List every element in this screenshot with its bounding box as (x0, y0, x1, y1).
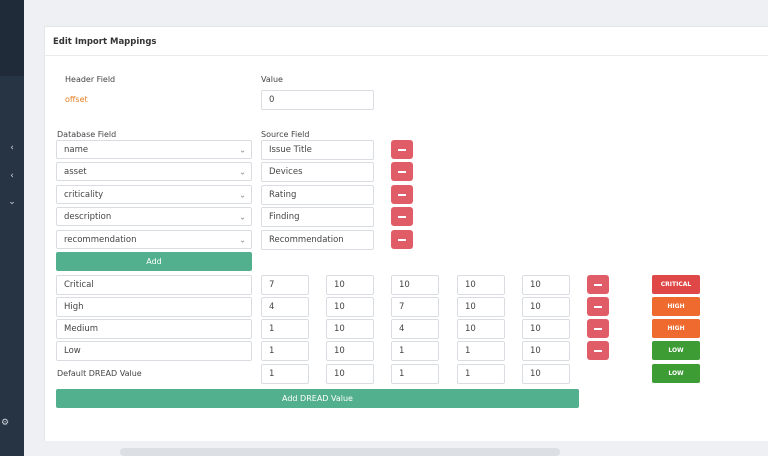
remove-dread-button[interactable] (587, 297, 609, 316)
source-field-input[interactable]: Issue Title (261, 140, 374, 160)
minus-icon (594, 283, 602, 286)
dread-damage-input[interactable]: 1 (261, 319, 309, 339)
default-reproducibility-input[interactable]: 10 (326, 364, 374, 384)
severity-badge: LOW (652, 341, 700, 360)
default-dread-label: Default DREAD Value (57, 369, 142, 378)
dread-discoverability-input[interactable]: 10 (522, 341, 570, 361)
default-affected-users-input[interactable]: 1 (457, 364, 505, 384)
minus-icon (398, 215, 406, 218)
remove-dread-button[interactable] (587, 275, 609, 294)
dread-name-input[interactable]: Medium (56, 319, 252, 339)
dread-reproducibility-input[interactable]: 10 (326, 319, 374, 339)
sidebar: ‹ ‹ ⌄ ⚙ (0, 0, 24, 456)
chevron-left-icon[interactable]: ‹ (5, 171, 19, 181)
dread-discoverability-input[interactable]: 10 (522, 319, 570, 339)
database-field-select[interactable]: asset ⌄ (56, 162, 252, 181)
dread-reproducibility-input[interactable]: 10 (326, 297, 374, 317)
source-field-input[interactable]: Finding (261, 207, 374, 227)
card-title: Edit Import Mappings (53, 37, 157, 47)
page-shadow (120, 448, 560, 456)
remove-dread-button[interactable] (587, 341, 609, 360)
minus-icon (594, 327, 602, 330)
remove-mapping-button[interactable] (391, 230, 413, 249)
value-label: Value (261, 75, 283, 84)
dread-exploitability-input[interactable]: 4 (391, 319, 439, 339)
dread-discoverability-input[interactable]: 10 (522, 297, 570, 317)
dread-affected-users-input[interactable]: 1 (457, 341, 505, 361)
remove-dread-button[interactable] (587, 319, 609, 338)
header-field-name: offset (65, 95, 88, 104)
chevron-down-icon: ⌄ (239, 190, 246, 199)
minus-icon (398, 193, 406, 196)
dread-reproducibility-input[interactable]: 10 (326, 341, 374, 361)
dread-affected-users-input[interactable]: 10 (457, 297, 505, 317)
dread-damage-input[interactable]: 1 (261, 341, 309, 361)
card-divider (44, 55, 768, 56)
default-exploitability-input[interactable]: 1 (391, 364, 439, 384)
chevron-down-icon[interactable]: ⌄ (5, 197, 19, 207)
dread-name-input[interactable]: Low (56, 341, 252, 361)
source-field-input[interactable]: Devices (261, 162, 374, 182)
dread-damage-input[interactable]: 4 (261, 297, 309, 317)
severity-badge: HIGH (652, 297, 700, 316)
source-field-input[interactable]: Recommendation (261, 230, 374, 250)
dread-reproducibility-input[interactable]: 10 (326, 275, 374, 295)
minus-icon (594, 349, 602, 352)
database-field-select[interactable]: name ⌄ (56, 140, 252, 159)
dread-affected-users-input[interactable]: 10 (457, 319, 505, 339)
dread-affected-users-input[interactable]: 10 (457, 275, 505, 295)
severity-badge: CRITICAL (652, 275, 700, 294)
database-field-label: Database Field (57, 130, 117, 139)
add-mapping-button[interactable]: Add (56, 252, 252, 271)
dread-name-input[interactable]: High (56, 297, 252, 317)
database-field-select[interactable]: recommendation ⌄ (56, 230, 252, 249)
header-value-input[interactable]: 0 (261, 90, 374, 110)
severity-badge: HIGH (652, 319, 700, 338)
default-damage-input[interactable]: 1 (261, 364, 309, 384)
dread-name-input[interactable]: Critical (56, 275, 252, 295)
remove-mapping-button[interactable] (391, 140, 413, 159)
header-field-label: Header Field (65, 75, 116, 84)
severity-badge: LOW (652, 364, 700, 383)
remove-mapping-button[interactable] (391, 207, 413, 226)
remove-mapping-button[interactable] (391, 185, 413, 204)
dread-exploitability-input[interactable]: 10 (391, 275, 439, 295)
chevron-down-icon: ⌄ (239, 145, 246, 154)
chevron-left-icon[interactable]: ‹ (5, 143, 19, 153)
minus-icon (398, 238, 406, 241)
gear-icon[interactable]: ⚙ (0, 418, 10, 428)
add-dread-value-button[interactable]: Add DREAD Value (56, 389, 579, 408)
minus-icon (398, 170, 406, 173)
minus-icon (398, 148, 406, 151)
source-field-input[interactable]: Rating (261, 185, 374, 205)
chevron-down-icon: ⌄ (239, 212, 246, 221)
source-field-label: Source Field (261, 130, 310, 139)
dread-exploitability-input[interactable]: 7 (391, 297, 439, 317)
dread-damage-input[interactable]: 7 (261, 275, 309, 295)
chevron-down-icon: ⌄ (239, 235, 246, 244)
chevron-down-icon: ⌄ (239, 167, 246, 176)
dread-exploitability-input[interactable]: 1 (391, 341, 439, 361)
remove-mapping-button[interactable] (391, 162, 413, 181)
dread-discoverability-input[interactable]: 10 (522, 275, 570, 295)
database-field-select[interactable]: description ⌄ (56, 207, 252, 226)
database-field-select[interactable]: criticality ⌄ (56, 185, 252, 204)
minus-icon (594, 305, 602, 308)
default-discoverability-input[interactable]: 10 (522, 364, 570, 384)
sidebar-header (0, 0, 24, 76)
